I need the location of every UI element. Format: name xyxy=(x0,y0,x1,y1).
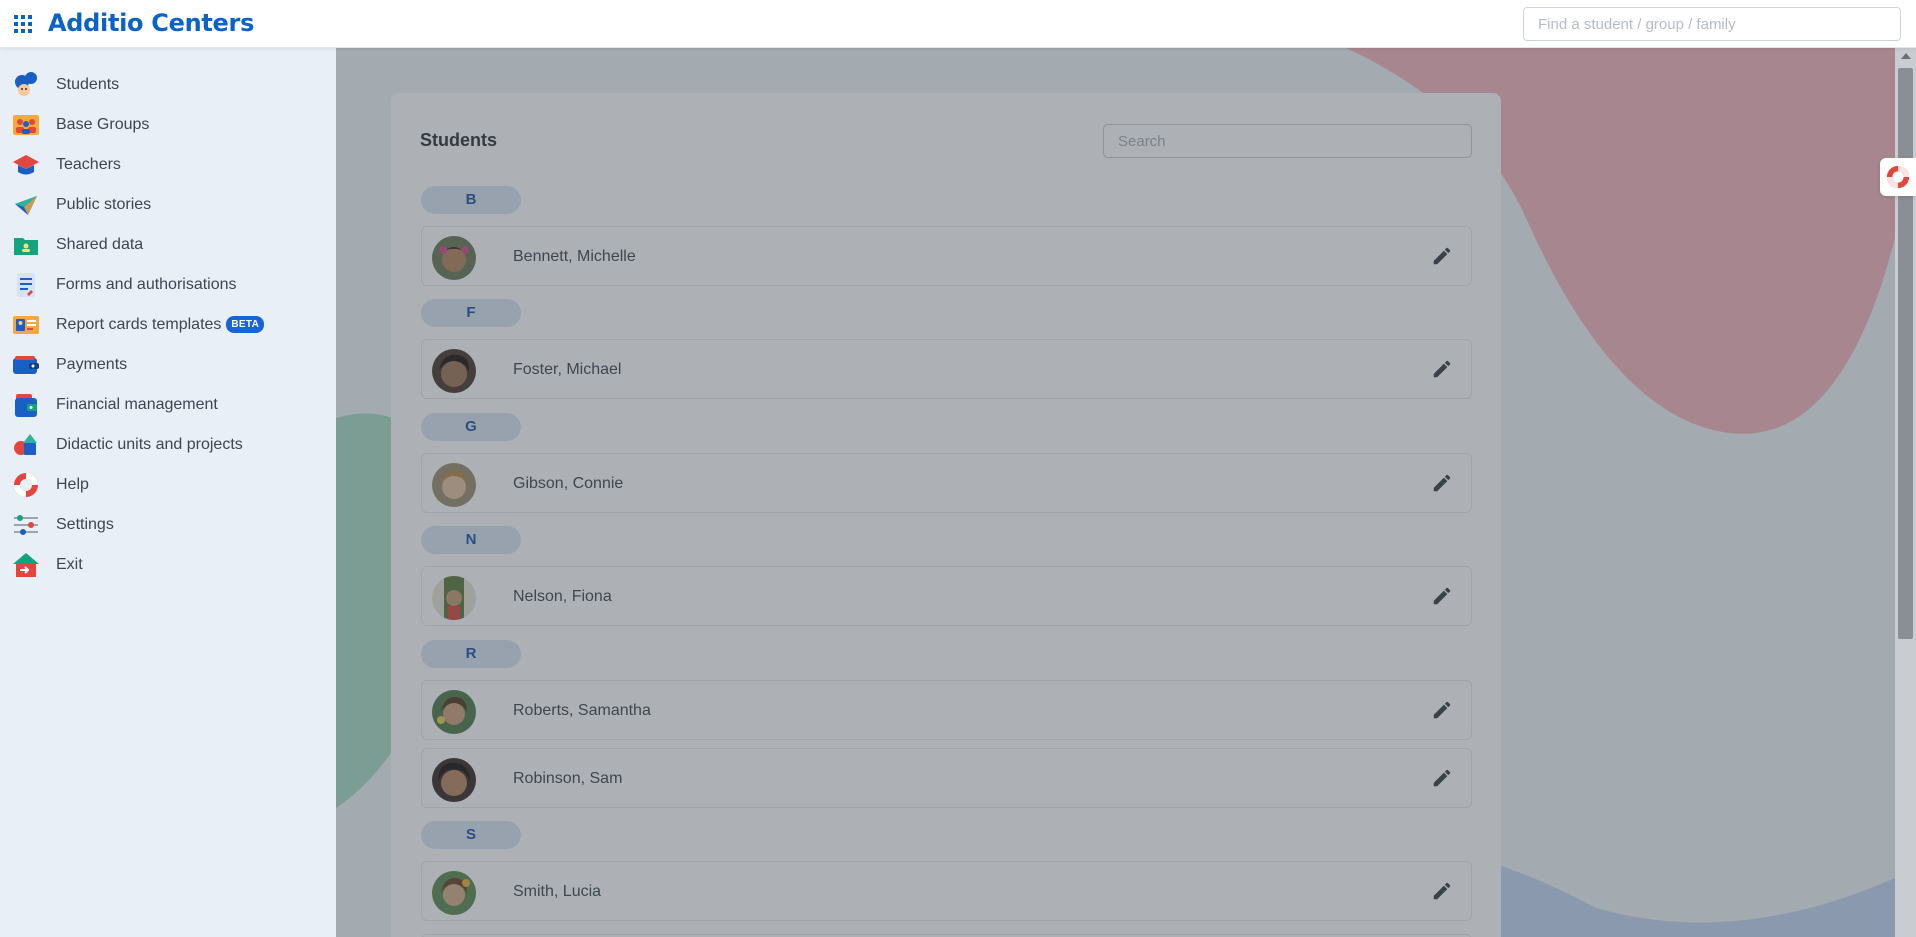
sidebar-item-label: Teachers xyxy=(56,156,121,173)
sidebar-item-students[interactable]: Students xyxy=(0,67,336,103)
shared-folder-icon xyxy=(14,238,38,255)
sidebar-item-label: Settings xyxy=(56,516,114,533)
sidebar-item-label: Forms and authorisations xyxy=(56,276,237,293)
sidebar-item-exit[interactable]: Exit xyxy=(0,547,336,583)
sidebar-item-report-cards[interactable]: Report cards templates BETA xyxy=(0,307,336,343)
finance-wallet-icon xyxy=(15,394,37,417)
modal-overlay[interactable] xyxy=(336,48,1916,937)
lifebuoy-icon xyxy=(1886,165,1910,189)
sidebar-item-payments[interactable]: Payments xyxy=(0,347,336,383)
sidebar-item-shared-data[interactable]: Shared data xyxy=(0,227,336,263)
sliders-icon xyxy=(14,515,38,535)
sidebar-item-help[interactable]: Help xyxy=(0,467,336,503)
report-card-icon xyxy=(13,316,39,334)
sidebar-item-base-groups[interactable]: Base Groups xyxy=(0,107,336,143)
shapes-icon xyxy=(14,434,37,455)
sidebar-item-financial-management[interactable]: Financial management xyxy=(0,387,336,423)
exit-house-icon xyxy=(13,553,39,577)
students-icon xyxy=(15,72,37,96)
sidebar-item-label: Students xyxy=(56,76,120,93)
global-search-input[interactable] xyxy=(1523,7,1901,41)
app-title: Additio Centers xyxy=(48,9,255,37)
sidebar-item-label: Financial management xyxy=(56,396,218,413)
top-bar: Additio Centers xyxy=(0,0,1916,48)
sidebar-item-settings[interactable]: Settings xyxy=(0,507,336,543)
sidebar-item-label: Help xyxy=(56,476,89,493)
sidebar-item-label: Payments xyxy=(56,356,128,373)
scroll-up-arrow-icon[interactable] xyxy=(1901,53,1911,59)
sidebar-item-label: Exit xyxy=(56,556,83,573)
paper-plane-icon xyxy=(15,196,37,215)
floating-help-button[interactable] xyxy=(1880,158,1916,196)
sidebar-item-didactic-units[interactable]: Didactic units and projects xyxy=(0,427,336,463)
lifebuoy-icon xyxy=(14,473,38,497)
graduation-cap-icon xyxy=(13,155,39,175)
apps-grid-icon[interactable] xyxy=(14,15,32,33)
sidebar: Students Base Groups Teachers Public sto… xyxy=(0,48,336,937)
sidebar-item-forms[interactable]: Forms and authorisations xyxy=(0,267,336,303)
sidebar-item-label: Public stories xyxy=(56,196,152,213)
sidebar-item-label: Report cards templates BETA xyxy=(56,316,265,334)
groups-icon xyxy=(13,115,39,135)
sidebar-item-label: Shared data xyxy=(56,236,144,253)
scrollbar-thumb[interactable] xyxy=(1898,68,1913,639)
sidebar-item-teachers[interactable]: Teachers xyxy=(0,147,336,183)
sidebar-item-label: Didactic units and projects xyxy=(56,436,243,453)
sidebar-item-label: Base Groups xyxy=(56,116,150,133)
beta-badge: BETA xyxy=(226,316,265,333)
sidebar-item-public-stories[interactable]: Public stories xyxy=(0,187,336,223)
wallet-icon xyxy=(13,356,39,374)
form-document-icon xyxy=(17,273,35,297)
